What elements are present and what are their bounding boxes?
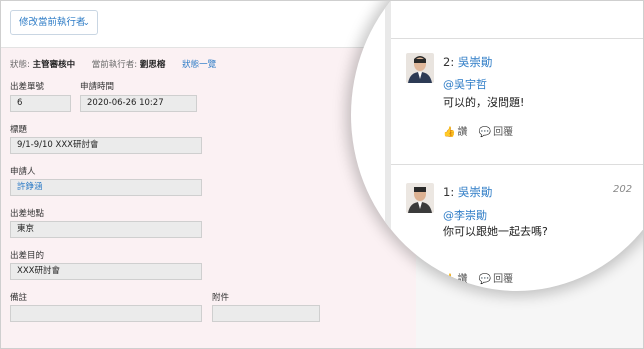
comment-list: 2: 吳崇勛 @吳宇哲 可以的，沒問題! 👍 讚 💬 回覆 1: 吳崇勛 202… [351,1,643,291]
executor-value: 劉思榕 [139,60,166,70]
apply-time-label: 申請時間 [80,82,115,92]
chevron-down-icon: ⌄ [82,18,90,28]
reply-label: 回覆 [493,127,514,138]
comment-timestamp: 202 [613,184,633,195]
note-label: 備註 [10,293,28,303]
speech-bubble-icon: 💬 [478,274,492,285]
reply-button[interactable]: 💬 回覆 [479,274,513,285]
trip-no-field[interactable]: 6 [10,95,71,112]
change-executor-dropdown[interactable]: 修改當前執行者 ⌄ [10,10,98,35]
comment-text: 你可以跟她一起去嗎? [443,225,548,238]
title-field[interactable]: 9/1-9/10 XXX研討會 [10,137,202,154]
comment-author-link[interactable]: 吳崇勛 [458,185,493,199]
purpose-field[interactable]: XXX研討會 [10,263,202,280]
app-window: 修改當前執行者 ⌄ ↗ ⌂ ⚙ ••• 狀態: 主管審核中 當前執行者: 劉思榕… [0,0,644,349]
attachment-field[interactable] [212,305,320,322]
like-button[interactable]: 👍 讚 [443,274,467,285]
applicant-field[interactable]: 許錚涵 [10,179,202,196]
comment-divider [391,38,643,39]
thumbs-up-icon: 👍 [443,127,456,138]
trip-no-label: 出差單號 [10,82,45,92]
change-executor-label: 修改當前執行者 [19,17,86,28]
comment-magnifier: 2: 吳崇勛 @吳宇哲 可以的，沒問題! 👍 讚 💬 回覆 1: 吳崇勛 202… [351,1,643,291]
status-value: 主管審核中 [32,60,76,70]
executor-label: 當前執行者: [91,60,138,70]
attachment-label: 附件 [212,293,230,303]
comment-index: 2: [443,55,455,69]
title-label: 標題 [10,125,28,135]
avatar [406,53,434,83]
place-field[interactable]: 東京 [10,221,202,238]
like-label: 讚 [457,274,468,285]
avatar [406,183,434,213]
like-label: 讚 [457,127,468,138]
comment-header: 1: 吳崇勛 [443,184,492,200]
comment-divider [391,164,643,165]
status-row: 狀態: 主管審核中 當前執行者: 劉思榕 狀態一覽 [10,58,216,70]
place-label: 出差地點 [10,209,45,219]
purpose-label: 出差目的 [10,251,45,261]
comment-actions: 👍 讚 💬 回覆 [443,123,521,138]
note-field[interactable] [10,305,202,322]
status-label: 狀態: [10,60,30,70]
panel-stripe [385,1,391,291]
comment-mention[interactable]: @吳宇哲 [443,76,487,92]
apply-time-field[interactable]: 2020-06-26 10:27 [80,95,197,112]
comment-index: 1: [443,185,455,199]
comment-text: 可以的，沒問題! [443,96,525,109]
speech-bubble-icon: 💬 [478,127,492,138]
comment-author-link[interactable]: 吳崇勛 [458,55,493,69]
thumbs-up-icon: 👍 [443,274,456,285]
reply-button[interactable]: 💬 回覆 [479,127,513,138]
status-history-link[interactable]: 狀態一覽 [182,60,216,70]
comment-header: 2: 吳崇勛 [443,54,492,70]
comment-mention[interactable]: @李崇勛 [443,207,487,223]
comment-actions: 👍 讚 💬 回覆 [443,270,521,285]
like-button[interactable]: 👍 讚 [443,127,467,138]
reply-label: 回覆 [493,274,514,285]
applicant-label: 申請人 [10,167,36,177]
